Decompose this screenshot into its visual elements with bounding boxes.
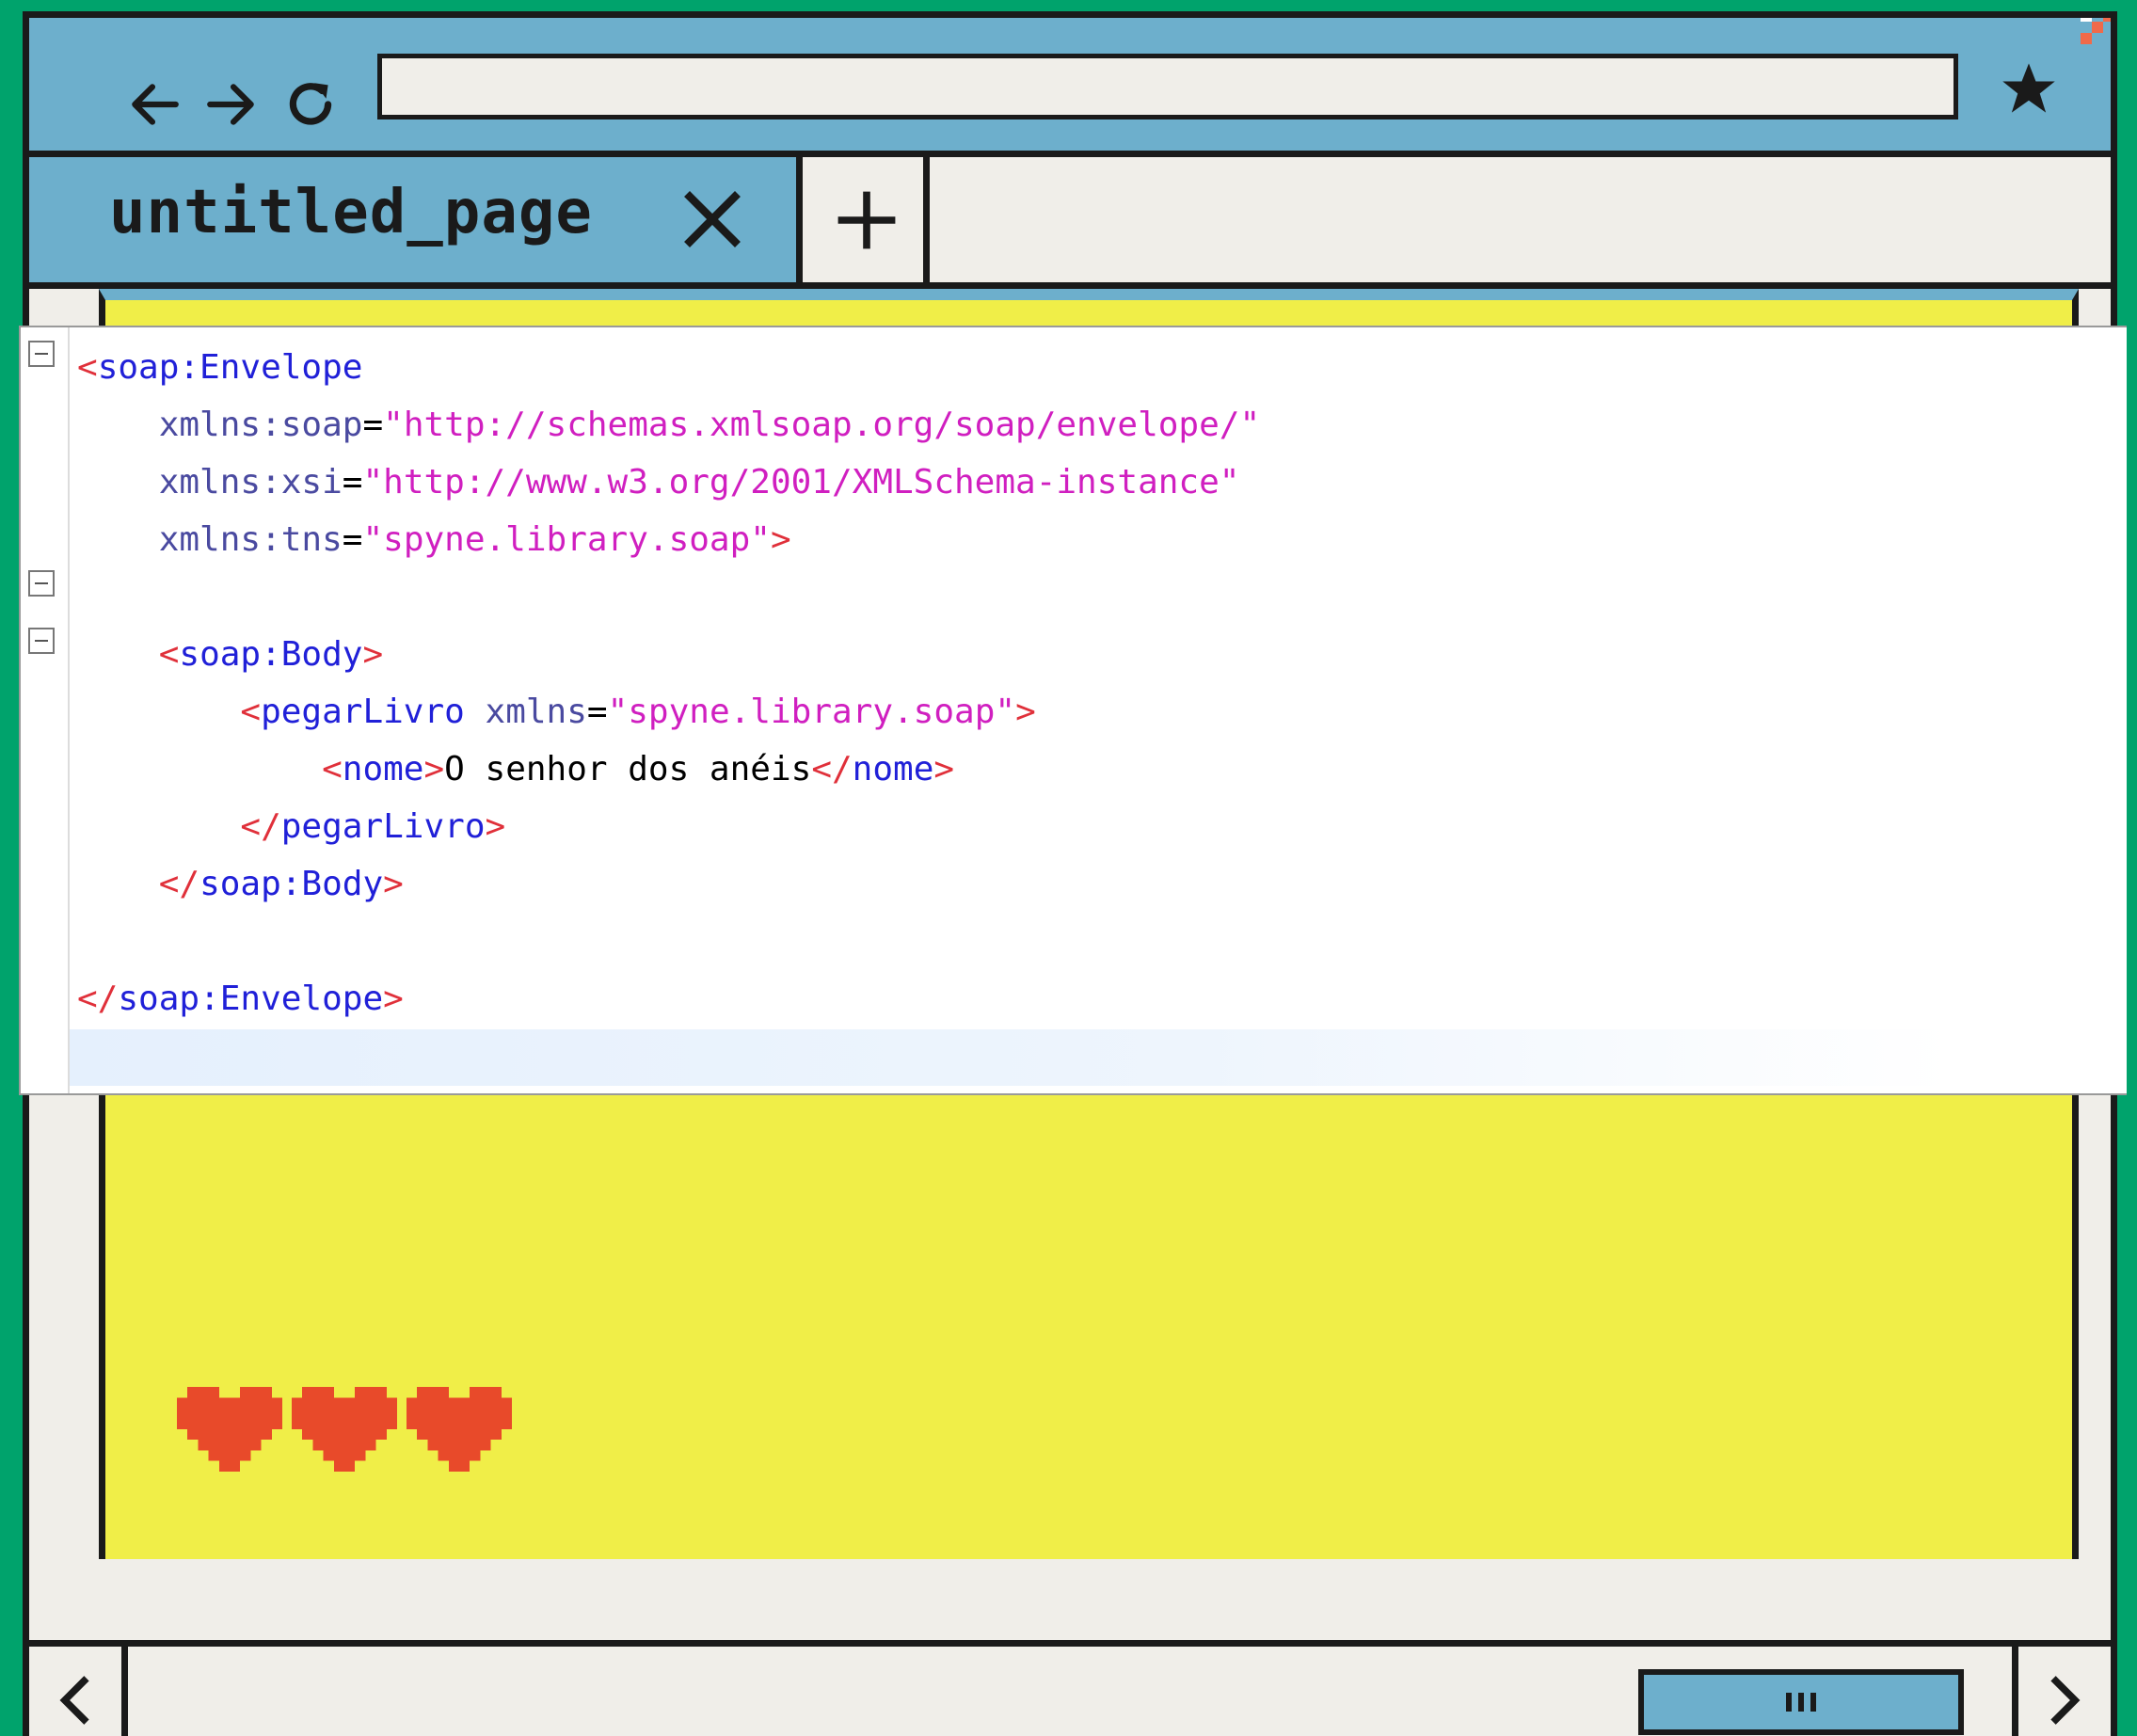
tab-title: untitled_page (109, 178, 593, 247)
code-token: "http://schemas.xmlsoap.org/soap/envelop… (383, 406, 1261, 444)
code-token: "http://www.w3.org/2001/XMLSchema-instan… (362, 463, 1240, 502)
grip-icon (1786, 1693, 1816, 1712)
scroll-left-button[interactable] (29, 1647, 128, 1736)
forward-button[interactable] (199, 59, 264, 150)
plus-icon (837, 191, 895, 248)
tab-bar: untitled_page (29, 157, 2111, 289)
reload-button[interactable] (278, 59, 343, 150)
xml-code-editor[interactable]: <soap:Envelope xmlns:soap="http://schema… (19, 326, 2127, 1095)
xml-code: <soap:Envelope xmlns:soap="http://schema… (77, 339, 1260, 1027)
code-token: > (1015, 693, 1036, 731)
code-token: "spyne.library.soap" (362, 520, 771, 559)
code-token: > (362, 635, 384, 674)
fold-toggle-envelope[interactable] (28, 341, 55, 367)
code-token: = (342, 463, 363, 502)
star-icon (2002, 63, 2055, 113)
code-token: < (240, 693, 262, 731)
code-token: pegarLivro (261, 693, 465, 731)
code-line: <pegarLivro xmlns="spyne.library.soap"> (77, 683, 1260, 741)
code-token: pegarLivro (280, 807, 486, 846)
code-token: < (322, 750, 343, 788)
code-token: xmlns:tns (158, 520, 343, 559)
scroll-right-button[interactable] (2012, 1647, 2111, 1736)
code-token: nome (342, 750, 424, 788)
code-line: xmlns:tns="spyne.library.soap"> (77, 511, 1260, 568)
browser-toolbar (29, 18, 2111, 157)
back-button[interactable] (121, 59, 187, 150)
code-token: soap:Body (199, 865, 384, 903)
horizontal-scrollbar (29, 1640, 2111, 1736)
code-token: "spyne.library.soap" (607, 693, 1016, 731)
code-line: xmlns:xsi="http://www.w3.org/2001/XMLSch… (77, 454, 1260, 511)
code-token: xmlns (485, 693, 587, 731)
arrow-left-icon (132, 84, 179, 125)
code-token: < (77, 348, 98, 387)
code-line: <nome>O senhor dos anéis</nome> (77, 741, 1260, 798)
heart-icon (407, 1387, 512, 1472)
code-token: soap:Body (179, 635, 363, 674)
heart-icon (292, 1387, 397, 1472)
code-line: <soap:Envelope (77, 339, 1260, 396)
code-token: > (933, 750, 955, 788)
chevron-left-icon (59, 1675, 89, 1725)
editor-gutter (21, 327, 70, 1093)
code-token: = (342, 520, 363, 559)
fold-toggle-pegarlivro[interactable] (28, 628, 55, 654)
close-icon[interactable] (678, 185, 746, 253)
code-token: soap:Envelope (118, 979, 384, 1018)
chevron-right-icon (2050, 1675, 2081, 1725)
address-bar[interactable] (377, 54, 1958, 119)
fold-toggle-body[interactable] (28, 570, 55, 597)
code-token: </ (240, 807, 281, 846)
code-line: <soap:Body> (77, 626, 1260, 683)
code-token: > (485, 807, 506, 846)
arrow-right-icon (207, 84, 254, 125)
code-token: xmlns:soap (158, 406, 363, 444)
code-token: > (423, 750, 445, 788)
bookmark-button[interactable] (1991, 56, 2066, 121)
code-token: < (158, 635, 180, 674)
code-line: </pegarLivro> (77, 798, 1260, 855)
lives-indicator (177, 1382, 512, 1476)
code-token: </ (158, 865, 200, 903)
reload-icon (289, 83, 332, 125)
code-token: > (770, 520, 791, 559)
corner-decoration (2081, 18, 2111, 44)
code-token: = (362, 406, 384, 444)
code-line: </soap:Body> (77, 855, 1260, 913)
code-token: = (586, 693, 608, 731)
heart-icon (177, 1387, 282, 1472)
current-line-highlight (70, 1029, 1952, 1086)
code-token: O senhor dos anéis (444, 750, 812, 788)
tab-untitled-page[interactable]: untitled_page (29, 157, 803, 282)
new-tab-button[interactable] (809, 157, 930, 282)
code-token: soap:Envelope (97, 348, 363, 387)
scrollbar-thumb[interactable] (1638, 1669, 1964, 1735)
code-token: </ (811, 750, 853, 788)
code-token: xmlns:xsi (158, 463, 343, 502)
code-token: > (383, 979, 404, 1018)
code-line: </soap:Envelope> (77, 970, 1260, 1027)
code-token: </ (77, 979, 119, 1018)
code-token: > (383, 865, 404, 903)
code-token: nome (852, 750, 934, 788)
code-line: xmlns:soap="http://schemas.xmlsoap.org/s… (77, 396, 1260, 454)
